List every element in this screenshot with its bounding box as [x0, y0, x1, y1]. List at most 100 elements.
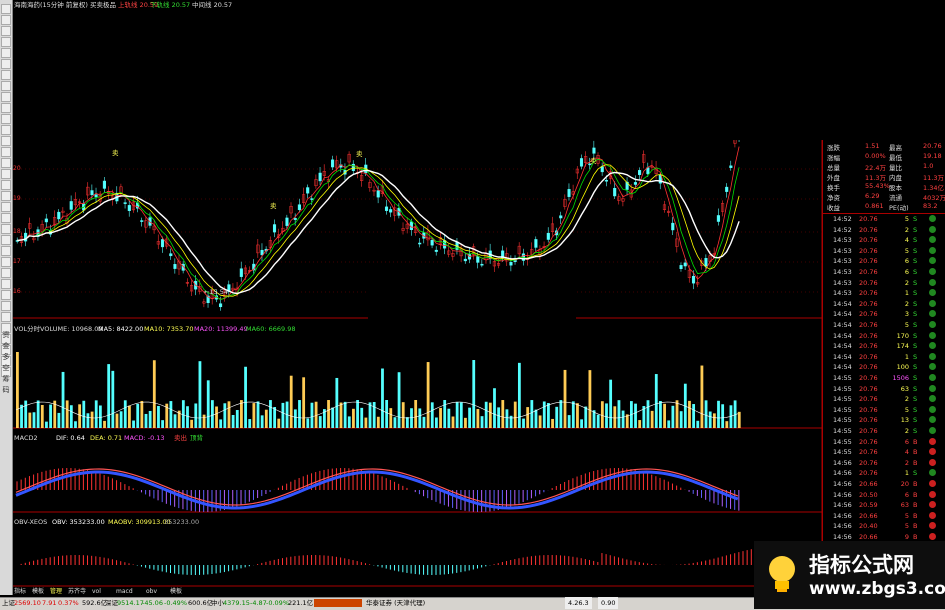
volume-bar: [148, 410, 152, 428]
quote-stat-row: 涨幅 0.00% 最低 19.18: [823, 152, 945, 162]
tick-indicator-icon: [929, 384, 936, 392]
tick-volume: 20: [900, 480, 909, 488]
indicator-tab[interactable]: obv: [146, 588, 157, 596]
vol-ma20: MA20: 11399.49: [194, 325, 248, 333]
indicator-tab[interactable]: 管理: [50, 588, 62, 596]
tick-side: S: [913, 236, 918, 245]
volume-bar: [327, 400, 330, 428]
candle-body: [704, 258, 708, 267]
tick-row: 14:55 20.76 2 S: [823, 394, 945, 404]
quote-stat-value: 11.3万: [923, 174, 944, 182]
volume-bar: [281, 402, 285, 428]
tick-indicator-icon: [929, 405, 936, 413]
volume-bar: [306, 418, 310, 428]
tick-indicator-icon: [929, 321, 936, 328]
tick-indicator-icon: [929, 511, 936, 519]
volume-bar: [360, 407, 364, 428]
volume-bar: [123, 400, 127, 428]
quote-stat-key: 总量: [827, 164, 840, 172]
volume-bar: [609, 379, 613, 428]
tick-time: 14:52: [833, 225, 852, 234]
tick-time: 14:55: [833, 437, 852, 446]
tick-price: 20.76: [859, 469, 878, 478]
volume-bar: [273, 407, 277, 428]
tick-side: S: [913, 321, 918, 329]
tick-time: 14:54: [833, 331, 852, 340]
volume-bar: [704, 400, 708, 428]
volume-bar: [65, 400, 69, 428]
volume-bar: [493, 388, 496, 428]
indicator-tab[interactable]: vol: [92, 588, 101, 596]
moving-average-line: [17, 164, 740, 297]
quote-stat-key: 股本: [889, 184, 902, 192]
tick-volume: 170: [896, 331, 909, 340]
volume-bar: [654, 374, 658, 428]
tick-time: 14:56: [833, 511, 852, 520]
tick-side: S: [913, 427, 918, 435]
tick-row: 14:52 20.76 5 S: [823, 214, 945, 224]
volume-bar: [20, 404, 23, 428]
tick-price: 20.76: [859, 225, 878, 234]
tick-volume: 6: [904, 437, 909, 446]
quote-stat-row: 外盘 11.3万 内盘 11.3万: [823, 172, 945, 182]
volume-bar: [638, 420, 642, 428]
tick-price: 20.76: [859, 374, 878, 382]
volume-bar: [376, 416, 380, 428]
tick-time: 14:55: [833, 416, 852, 425]
tick-price: 20.76: [859, 331, 878, 340]
tick-row: 14:54 20.76 5 S: [823, 320, 945, 330]
volume-bar: [210, 400, 214, 428]
price-axis-label: 19: [13, 195, 21, 202]
tick-side: S: [913, 395, 918, 404]
volume-bar: [576, 403, 579, 428]
quote-stat-row: 净资 6.29 流通 4032万: [823, 192, 945, 202]
volume-bar: [264, 409, 268, 428]
volume-bar: [339, 402, 343, 428]
volume-bar: [24, 400, 28, 428]
volume-bar: [679, 411, 683, 428]
tick-row: 14:55 20.76 1506 S: [823, 373, 945, 383]
volume-bar: [476, 409, 480, 428]
candle-body: [679, 265, 683, 269]
volume-bar: [269, 400, 272, 428]
volume-bar: [505, 409, 509, 428]
quote-stat-value: 20.76: [923, 142, 942, 150]
tick-row: 14:53 20.76 5 S: [823, 246, 945, 256]
volume-bar: [128, 405, 131, 428]
indicator-tab[interactable]: 模板: [32, 588, 44, 596]
volume-bar: [443, 400, 447, 428]
index-sh-change: 7.91: [42, 599, 57, 607]
tick-volume: 6: [904, 490, 909, 499]
index-mid-amount: 221.1亿: [288, 599, 314, 607]
volume-bar: [173, 414, 177, 428]
indicator-tab[interactable]: 指标: [14, 588, 26, 596]
indicator-tab[interactable]: 模板: [170, 588, 182, 596]
volume-bar: [459, 402, 463, 428]
quote-stat-value: 0.861: [865, 202, 884, 210]
volume-bar: [194, 403, 198, 428]
candle-body: [430, 239, 434, 246]
tick-indicator-icon: [929, 310, 936, 318]
quote-stat-row: 总量 22.4万 量比 1.0: [823, 162, 945, 172]
volume-bar: [708, 411, 712, 428]
tick-indicator-icon: [929, 480, 936, 487]
tick-row: 14:55 20.76 4 B: [823, 447, 945, 457]
tick-volume: 4: [904, 236, 909, 245]
tick-row: 14:54 20.76 174 S: [823, 341, 945, 351]
candle-body: [480, 263, 484, 266]
candle-body: [306, 187, 310, 194]
volume-bar: [588, 370, 592, 428]
indicator-tab[interactable]: macd: [116, 588, 133, 596]
volume-bar: [231, 414, 235, 428]
candle-body: [476, 256, 480, 263]
volume-bar: [721, 404, 725, 428]
indicator-tab[interactable]: 苏齐寺: [68, 588, 86, 596]
volume-bar: [717, 400, 720, 428]
volume-bar: [509, 415, 513, 428]
volume-bar: [181, 400, 185, 428]
volume-bar: [69, 405, 73, 428]
tick-time: 14:52: [833, 215, 852, 223]
volume-bar: [119, 411, 123, 428]
volume-bar: [298, 400, 301, 428]
volume-bar: [393, 417, 397, 428]
